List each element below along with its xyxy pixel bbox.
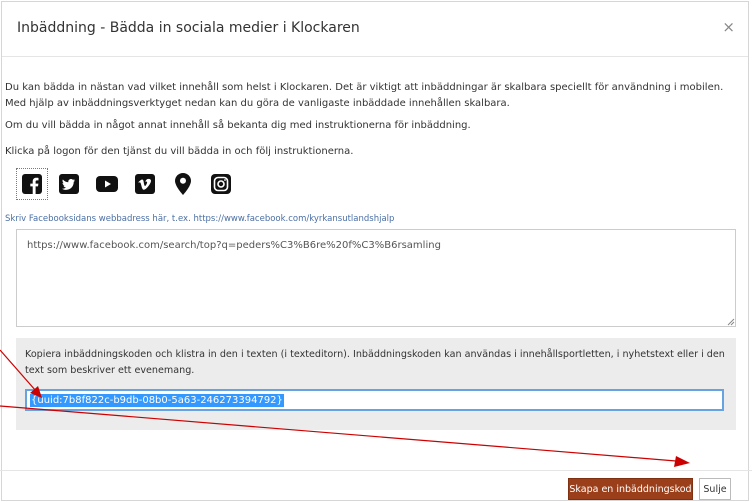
close-icon[interactable]: × <box>722 20 735 35</box>
dialog-title: Inbäddning - Bädda in sociala medier i K… <box>17 20 360 36</box>
map-pin-icon[interactable] <box>166 168 200 200</box>
url-input[interactable]: https://www.facebook.com/search/top?q=pe… <box>16 229 736 327</box>
embed-code-panel: Kopiera inbäddningskoden och klistra in … <box>16 338 736 430</box>
embed-code-input[interactable]: {uuid:7b8f822c-b9db-08b0-5a63-2462733947… <box>25 389 724 411</box>
twitter-icon[interactable] <box>52 168 86 200</box>
dialog-header: Inbäddning - Bädda in sociala medier i K… <box>2 2 748 57</box>
service-icons <box>16 168 242 200</box>
vimeo-icon[interactable] <box>128 168 162 200</box>
resize-handle-icon[interactable] <box>727 318 735 326</box>
facebook-icon[interactable] <box>16 168 48 200</box>
intro-paragraph-1: Du kan bädda in nästan vad vilket innehå… <box>5 82 724 109</box>
intro-paragraph-3: Klicka på logon för den tjänst du vill b… <box>5 146 354 157</box>
embed-description: Kopiera inbäddningskoden och klistra in … <box>25 349 725 376</box>
dialog-footer: Skapa en inbäddningskod Sulje <box>0 470 752 500</box>
url-hint: Skriv Facebooksidans webbadress här, t.e… <box>5 214 395 224</box>
embed-code-selected-text: {uuid:7b8f822c-b9db-08b0-5a63-2462733947… <box>30 393 284 407</box>
intro-paragraph-2: Om du vill bädda in något annat innehåll… <box>5 120 471 131</box>
instagram-icon[interactable] <box>204 168 238 200</box>
create-embed-code-button[interactable]: Skapa en inbäddningskod <box>568 478 693 500</box>
youtube-icon[interactable] <box>90 168 124 200</box>
close-button[interactable]: Sulje <box>699 478 731 500</box>
